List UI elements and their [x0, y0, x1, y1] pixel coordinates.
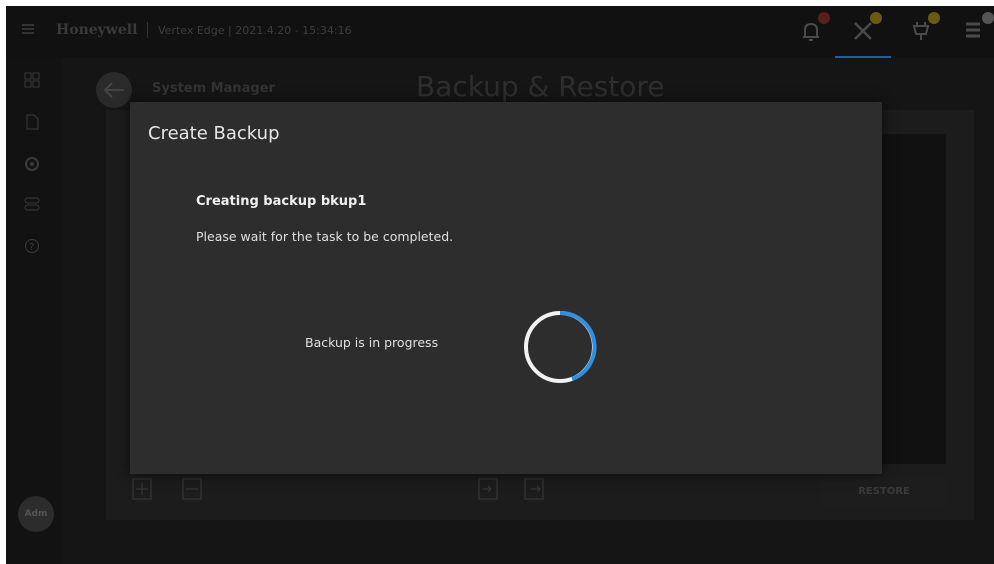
avatar[interactable]: Adm	[18, 496, 54, 532]
help-icon[interactable]: ?	[24, 238, 40, 254]
gear-icon[interactable]	[24, 156, 40, 172]
list-settings-icon[interactable]	[960, 12, 994, 46]
active-tab-indicator	[835, 56, 891, 58]
settings-badge	[982, 12, 994, 24]
svg-text:?: ?	[29, 242, 34, 253]
app-window: Honeywell Vertex Edge | 2021.4.20 - 15:3…	[6, 6, 994, 564]
sidebar: ? Adm	[6, 58, 62, 564]
status-title: Creating backup bkup1	[196, 194, 367, 209]
dashboard-icon[interactable]	[24, 72, 40, 88]
dialog-title: Create Backup	[148, 123, 280, 144]
plug-badge	[928, 12, 940, 24]
back-button[interactable]	[96, 72, 132, 108]
tools-icon[interactable]	[848, 12, 882, 46]
import-icon[interactable]	[478, 478, 498, 500]
remove-icon[interactable]	[182, 478, 202, 500]
notification-badge	[818, 12, 830, 24]
restore-button[interactable]: RESTORE	[822, 476, 946, 508]
document-icon[interactable]	[24, 114, 40, 130]
bell-icon[interactable]	[796, 12, 830, 46]
brand-logo: Honeywell	[56, 22, 138, 38]
menu-icon[interactable]	[22, 24, 34, 34]
tools-badge	[870, 12, 882, 24]
device-subtitle: Vertex Edge | 2021.4.20 - 15:34:16	[158, 24, 352, 37]
add-icon[interactable]	[132, 478, 152, 500]
page-title: Backup & Restore	[416, 70, 665, 103]
toggle-icon[interactable]	[24, 196, 40, 212]
status-message: Please wait for the task to be completed…	[196, 229, 454, 244]
progress-label: Backup is in progress	[305, 335, 439, 350]
top-bar: Honeywell Vertex Edge | 2021.4.20 - 15:3…	[6, 6, 994, 58]
divider	[147, 22, 148, 38]
create-backup-dialog: Create Backup Creating backup bkup1 Plea…	[130, 102, 882, 474]
plug-icon[interactable]	[906, 12, 940, 46]
breadcrumb[interactable]: System Manager	[152, 81, 275, 96]
export-icon[interactable]	[524, 478, 544, 500]
loading-spinner-icon	[524, 310, 597, 383]
